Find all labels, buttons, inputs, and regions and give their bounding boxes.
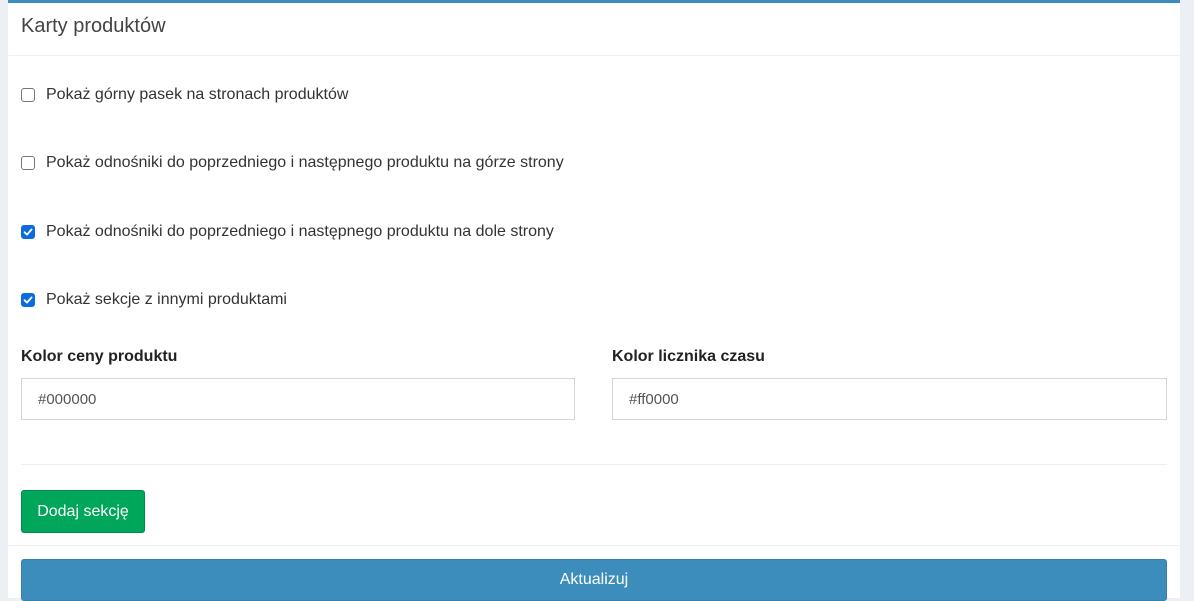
add-section-button[interactable]: Dodaj sekcję (21, 490, 145, 533)
checkbox-input[interactable] (21, 88, 35, 102)
checkbox-show-other-products[interactable]: Pokaż sekcje z innymi produktami (21, 291, 287, 309)
checkbox-label: Pokaż górny pasek na stronach produktów (46, 86, 349, 103)
checkbox-show-nav-links-top[interactable]: Pokaż odnośniki do poprzedniego i następ… (21, 154, 564, 172)
timer-color-label: Kolor licznika czasu (612, 348, 765, 365)
checkbox-input[interactable] (21, 293, 35, 307)
product-cards-panel: Karty produktów Pokaż górny pasek na str… (8, 0, 1180, 601)
checkbox-input[interactable] (21, 225, 35, 239)
checkbox-show-nav-links-bottom[interactable]: Pokaż odnośniki do poprzedniego i następ… (21, 223, 554, 241)
checkbox-label: Pokaż sekcje z innymi produktami (46, 291, 287, 308)
price-color-label: Kolor ceny produktu (21, 348, 178, 365)
price-color-input[interactable]: #000000 (21, 378, 575, 420)
section-divider (21, 464, 1167, 465)
checkbox-label: Pokaż odnośniki do poprzedniego i następ… (46, 154, 564, 171)
checkbox-input[interactable] (21, 156, 35, 170)
panel-title: Karty produktów (21, 15, 166, 37)
checkmark-icon (23, 296, 33, 304)
panel-header: Karty produktów (8, 3, 1180, 56)
checkmark-icon (23, 228, 33, 236)
update-button[interactable]: Aktualizuj (21, 559, 1167, 601)
checkbox-label: Pokaż odnośniki do poprzedniego i następ… (46, 223, 554, 240)
timer-color-input[interactable]: #ff0000 (612, 378, 1167, 420)
footer-divider (8, 545, 1180, 546)
checkbox-show-top-bar[interactable]: Pokaż górny pasek na stronach produktów (21, 86, 348, 104)
